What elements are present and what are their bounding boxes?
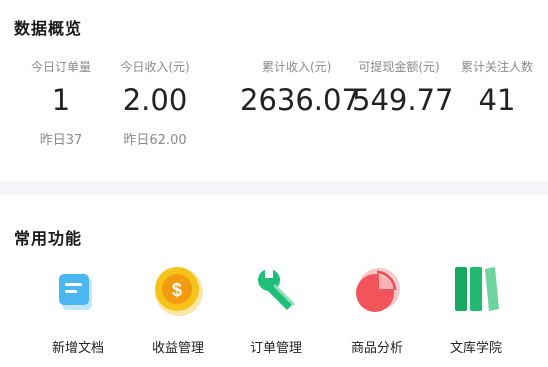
wrench-icon bbox=[249, 262, 303, 316]
library-academy-button[interactable]: 文库学院 bbox=[431, 262, 521, 356]
overview-section-title: 数据概览 bbox=[14, 19, 83, 38]
stat-label: 今日收入(元) bbox=[120, 60, 190, 74]
pie-chart-icon bbox=[350, 262, 404, 316]
function-label: 新增文档 bbox=[51, 341, 104, 356]
product-analysis-button[interactable]: 商品分析 bbox=[332, 262, 422, 356]
books-icon bbox=[449, 262, 503, 316]
stat-value: 2636.07 bbox=[240, 83, 360, 117]
stat-label: 累计关注人数 bbox=[460, 60, 533, 74]
stat-value: 549.77 bbox=[352, 83, 454, 117]
stat-withdrawable-amount[interactable]: 可提现金额(元) 549.77 bbox=[352, 58, 454, 117]
functions-section-title: 常用功能 bbox=[14, 229, 83, 248]
svg-text:$: $ bbox=[172, 280, 182, 300]
income-management-button[interactable]: $ 收益管理 bbox=[133, 262, 223, 356]
section-divider bbox=[0, 181, 548, 195]
document-icon bbox=[51, 262, 105, 316]
stat-label: 可提现金额(元) bbox=[358, 60, 440, 74]
stat-value: 2.00 bbox=[122, 83, 188, 117]
function-label: 文库学院 bbox=[449, 341, 502, 356]
stat-today-income[interactable]: 今日收入(元) 2.00 昨日62.00 bbox=[112, 58, 198, 148]
new-document-button[interactable]: 新增文档 bbox=[33, 262, 123, 356]
stat-value: 1 bbox=[51, 83, 71, 117]
coin-icon: $ bbox=[151, 262, 205, 316]
function-label: 订单管理 bbox=[249, 341, 302, 356]
stat-total-income[interactable]: 累计收入(元) 2636.07 bbox=[240, 58, 360, 117]
stat-label: 累计收入(元) bbox=[262, 60, 332, 74]
stat-yesterday: 昨日37 bbox=[39, 133, 83, 148]
function-label: 收益管理 bbox=[151, 341, 204, 356]
stat-label: 今日订单量 bbox=[30, 60, 91, 74]
stat-value: 41 bbox=[478, 83, 516, 117]
stat-yesterday: 昨日62.00 bbox=[123, 133, 187, 148]
stat-today-orders[interactable]: 今日订单量 1 昨日37 bbox=[20, 58, 102, 148]
function-label: 商品分析 bbox=[350, 341, 403, 356]
stat-total-followers[interactable]: 累计关注人数 41 bbox=[456, 58, 538, 117]
order-management-button[interactable]: 订单管理 bbox=[231, 262, 321, 356]
